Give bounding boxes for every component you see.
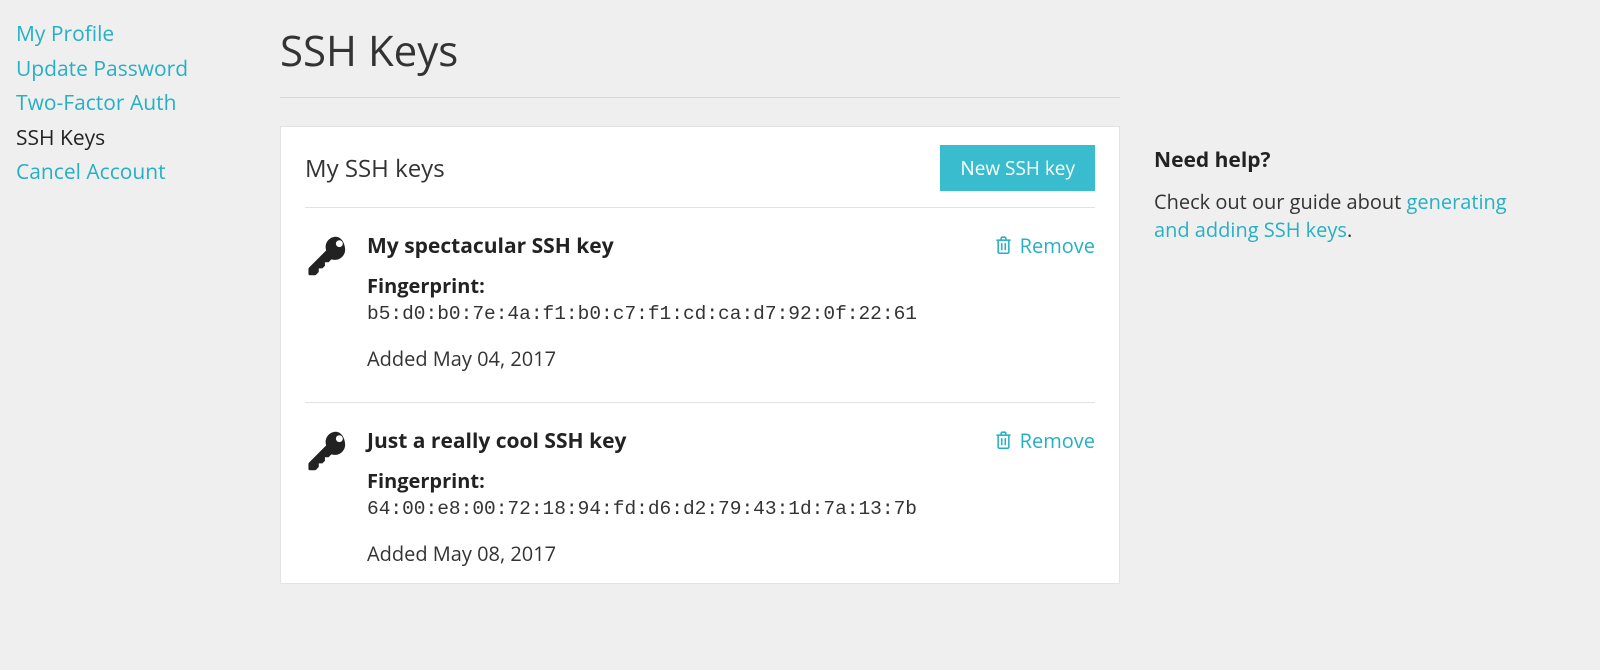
ssh-key-row: My spectacular SSH key Fingerprint: b5:d… bbox=[305, 208, 1095, 403]
remove-label: Remove bbox=[1020, 232, 1095, 259]
sidebar-item-two-factor-auth[interactable]: Two-Factor Auth bbox=[16, 87, 280, 120]
sidebar-item-ssh-keys[interactable]: SSH Keys bbox=[16, 122, 280, 155]
panel-title: My SSH keys bbox=[305, 152, 445, 185]
fingerprint-value: b5:d0:b0:7e:4a:f1:b0:c7:f1:cd:ca:d7:92:0… bbox=[367, 303, 977, 325]
remove-key-link[interactable]: Remove bbox=[995, 232, 1095, 259]
fingerprint-value: 64:00:e8:00:72:18:94:fd:d6:d2:79:43:1d:7… bbox=[367, 498, 977, 520]
ssh-key-name: My spectacular SSH key bbox=[367, 232, 977, 260]
sidebar-item-update-password[interactable]: Update Password bbox=[16, 53, 280, 86]
key-icon bbox=[305, 427, 349, 567]
remove-label: Remove bbox=[1020, 427, 1095, 454]
trash-icon bbox=[995, 236, 1012, 255]
added-date: Added May 04, 2017 bbox=[367, 345, 977, 372]
ssh-key-name: Just a really cool SSH key bbox=[367, 427, 977, 455]
ssh-keys-panel: My SSH keys New SSH key My spectacular S… bbox=[280, 126, 1120, 584]
panel-header: My SSH keys New SSH key bbox=[305, 145, 1095, 208]
ssh-key-row: Just a really cool SSH key Fingerprint: … bbox=[305, 403, 1095, 573]
new-ssh-key-button[interactable]: New SSH key bbox=[940, 145, 1095, 191]
page-title: SSH Keys bbox=[280, 22, 1120, 79]
divider bbox=[280, 97, 1120, 98]
help-sidebar: Need help? Check out our guide about gen… bbox=[1120, 18, 1600, 584]
sidebar-item-my-profile[interactable]: My Profile bbox=[16, 18, 280, 51]
fingerprint-label: Fingerprint: bbox=[367, 467, 977, 494]
trash-icon bbox=[995, 431, 1012, 450]
main-content: SSH Keys My SSH keys New SSH key My spec… bbox=[280, 18, 1120, 584]
added-date: Added May 08, 2017 bbox=[367, 540, 977, 567]
remove-key-link[interactable]: Remove bbox=[995, 427, 1095, 454]
help-text: Check out our guide about generating and… bbox=[1154, 188, 1514, 244]
sidebar: My Profile Update Password Two-Factor Au… bbox=[0, 18, 280, 584]
help-title: Need help? bbox=[1154, 146, 1582, 174]
sidebar-item-cancel-account[interactable]: Cancel Account bbox=[16, 156, 280, 189]
key-icon bbox=[305, 232, 349, 372]
fingerprint-label: Fingerprint: bbox=[367, 272, 977, 299]
